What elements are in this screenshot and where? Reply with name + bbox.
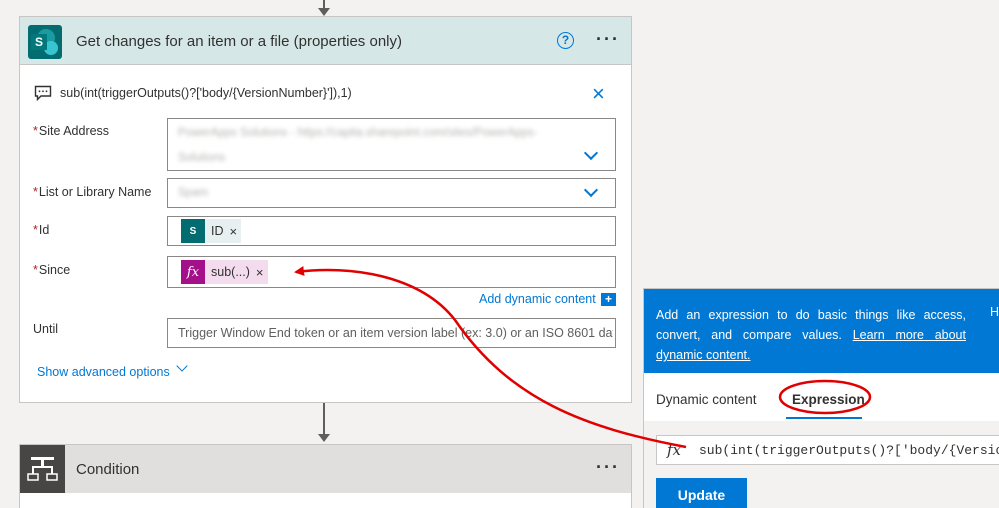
comment-icon	[34, 85, 52, 101]
action-card-header[interactable]: S Get changes for an item or a file (pro…	[20, 17, 631, 65]
connector-top-arrow	[318, 8, 330, 16]
until-placeholder: Trigger Window End token or an item vers…	[178, 326, 613, 340]
since-token-label: sub(...)	[211, 265, 250, 279]
add-dynamic-content-link[interactable]: Add dynamic content	[479, 292, 596, 306]
list-name-dropdown[interactable]: Spam	[167, 178, 616, 208]
expression-comment-text: sub(int(triggerOutputs()?['body/{Version…	[60, 86, 352, 100]
action-menu-icon[interactable]: ···	[596, 29, 620, 50]
chevron-down-icon[interactable]	[176, 360, 188, 372]
fx-icon: fx	[181, 260, 205, 284]
tab-expression[interactable]: Expression	[792, 392, 865, 407]
action-card-title: Get changes for an item or a file (prope…	[76, 33, 402, 50]
update-button[interactable]: Update	[656, 478, 747, 508]
close-icon[interactable]: ×	[592, 81, 605, 107]
since-input[interactable]: fx sub(...) ×	[167, 256, 616, 288]
site-address-value-line2: Solutions	[178, 152, 226, 164]
help-icon[interactable]: ?	[557, 32, 574, 49]
id-token-label: ID	[211, 224, 224, 238]
since-label: *Since	[33, 263, 71, 277]
site-address-value-line1: PowerApps Solutions - https://capita.sha…	[178, 127, 538, 139]
expression-input[interactable]: fx sub(int(triggerOutputs()?['body/{Vers…	[656, 435, 999, 465]
condition-card-header[interactable]: Condition ···	[20, 445, 631, 493]
fx-icon: fx	[667, 441, 682, 459]
chevron-down-icon[interactable]	[583, 145, 599, 161]
until-input[interactable]: Trigger Window End token or an item vers…	[167, 318, 616, 348]
connector-middle-arrow	[318, 434, 330, 442]
expression-panel-info: Add an expression to do basic things lik…	[644, 289, 999, 373]
expression-panel: Add an expression to do basic things lik…	[643, 288, 999, 508]
add-dynamic-content-icon[interactable]: +	[601, 293, 616, 306]
id-token-remove-icon[interactable]: ×	[230, 224, 242, 239]
since-token[interactable]: fx sub(...) ×	[181, 260, 268, 284]
connector-middle	[323, 403, 325, 436]
condition-icon	[20, 445, 65, 493]
condition-menu-icon[interactable]: ···	[596, 457, 620, 478]
since-token-remove-icon[interactable]: ×	[256, 265, 268, 280]
action-card: S Get changes for an item or a file (pro…	[19, 16, 632, 403]
site-address-label: *Site Address	[33, 124, 110, 138]
sharepoint-token-icon: S	[181, 219, 205, 243]
id-label: *Id	[33, 223, 50, 237]
until-label: Until	[33, 322, 59, 336]
sharepoint-icon: S	[28, 25, 62, 59]
site-address-dropdown[interactable]: PowerApps Solutions - https://capita.sha…	[167, 118, 616, 171]
id-token[interactable]: S ID ×	[181, 219, 242, 243]
tab-dynamic-content[interactable]: Dynamic content	[656, 392, 757, 407]
list-name-label: *List or Library Name	[33, 185, 152, 199]
condition-card: Condition ···	[19, 444, 632, 508]
id-input[interactable]: S ID ×	[167, 216, 616, 246]
panel-cut-text: H	[990, 305, 999, 319]
condition-card-title: Condition	[76, 461, 140, 478]
show-advanced-options-link[interactable]: Show advanced options	[37, 365, 170, 379]
expression-panel-description: Add an expression to do basic things lik…	[656, 308, 966, 362]
list-name-value: Spam	[178, 187, 209, 199]
chevron-down-icon[interactable]	[583, 182, 599, 198]
tab-expression-indicator	[786, 417, 862, 419]
expression-input-value: sub(int(triggerOutputs()?['body/{Versio	[699, 443, 999, 458]
